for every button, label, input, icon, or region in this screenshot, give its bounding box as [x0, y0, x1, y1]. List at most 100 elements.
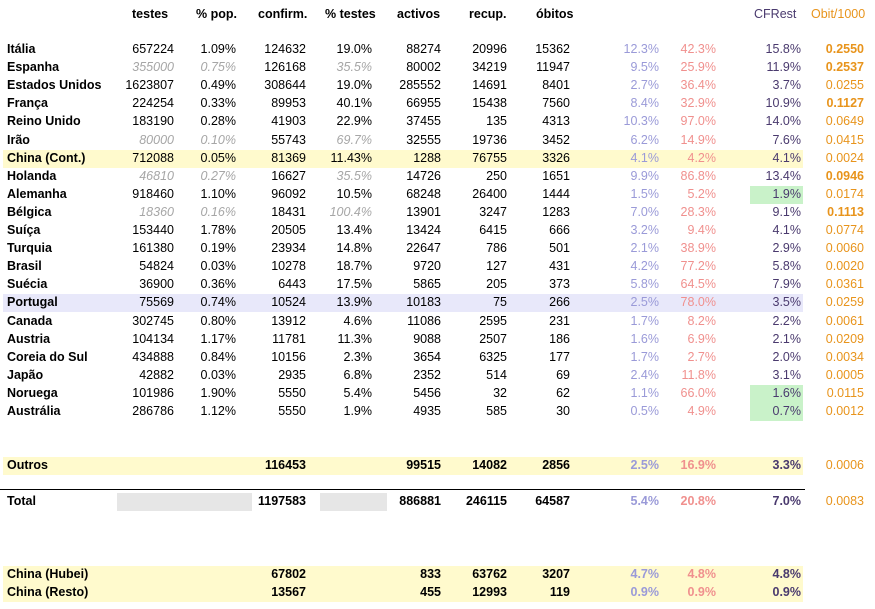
- cell-activos: 80002: [406, 60, 441, 75]
- country-name: Suécia: [7, 277, 48, 292]
- cell-confirm: 5550: [278, 385, 306, 400]
- cell-c: 15.8%: [765, 42, 801, 56]
- cell-c: 5.8%: [772, 259, 802, 274]
- cell-recup: 20996: [472, 42, 507, 56]
- header-testes: testes: [132, 7, 169, 21]
- cell-ptestes: 17.5%: [336, 277, 372, 292]
- cell-testes: 286786: [132, 404, 174, 418]
- country-name: Bélgica: [7, 204, 52, 219]
- cell-ptestes: 19.0%: [336, 42, 372, 56]
- cell-b: 78.0%: [680, 295, 716, 310]
- cell-d: 0.0012: [825, 404, 864, 418]
- cell-recup: 585: [486, 404, 507, 418]
- cell-c: 4.1%: [772, 223, 802, 237]
- cell-activos: 10183: [406, 295, 441, 310]
- cell-pop: 0.49%: [200, 78, 236, 93]
- cell-ptestes: 19.0%: [336, 78, 372, 93]
- cell-c: 3.1%: [772, 367, 802, 382]
- summary-row-outros: Outros 116453 99515 14082 2856 2.5% 16.9% 3.3% 0…: [0, 457, 875, 475]
- cell-c: 3.5%: [772, 295, 802, 310]
- cell-b: 4.2%: [687, 150, 717, 165]
- cell-b: 86.8%: [680, 168, 716, 183]
- cell-testes: 657224: [132, 42, 174, 56]
- cell-activos: 1288: [413, 150, 441, 165]
- cell-a: 2.1%: [630, 241, 660, 256]
- table-row: Irão 80000 0.10% 55743 69.7% 32555 19736 3452 6.…: [0, 132, 875, 150]
- cell-activos: 66955: [406, 96, 441, 111]
- cell-d: 0.0006: [825, 458, 864, 472]
- cell-c: 11.9%: [766, 60, 801, 75]
- cell-confirm: 308644: [264, 78, 306, 93]
- table-row: Coreia do Sul 434888 0.84% 10156 2.3% 3654 632…: [0, 349, 875, 367]
- cell-pop: 0.33%: [200, 96, 236, 111]
- country-name: Portugal: [7, 295, 58, 310]
- row-highlight: [3, 584, 803, 602]
- cell-activos: 833: [420, 567, 441, 581]
- cell-confirm: 126168: [264, 60, 306, 75]
- cell-ptestes: 35.5%: [336, 168, 372, 183]
- cell-pop: 1.09%: [200, 42, 236, 56]
- cell-pop: 0.75%: [200, 60, 236, 75]
- cell-confirm: 96092: [271, 186, 306, 201]
- cell-b: 16.9%: [680, 458, 716, 472]
- cell-ptestes: 4.6%: [343, 313, 373, 328]
- cell-a: 1.7%: [630, 313, 660, 328]
- country-name: Japão: [7, 367, 44, 382]
- cell-d: 0.0115: [826, 385, 864, 400]
- total-separator: [0, 489, 805, 490]
- row-highlight: [3, 566, 803, 584]
- cell-pop: 0.27%: [200, 168, 236, 183]
- cell-c: 7.9%: [772, 277, 802, 292]
- cell-c: 1.9%: [772, 186, 802, 201]
- table-row: Portugal 75569 0.74% 10524 13.9% 10183 75 266 2.…: [0, 294, 875, 313]
- cell-c: 3.3%: [772, 458, 802, 472]
- cell-d: 0.0024: [825, 150, 864, 165]
- table-row: Japão 42882 0.03% 2935 6.8% 2352 514 69 2.4% 11.8…: [0, 367, 875, 385]
- country-name: Brasil: [7, 259, 42, 274]
- cell-obitos: 3207: [542, 567, 570, 581]
- cell-obitos: 69: [556, 367, 570, 382]
- cell-obitos: 2856: [542, 458, 570, 472]
- cell-a: 6.2%: [630, 132, 660, 147]
- cell-testes: 355000: [132, 60, 174, 75]
- summary-row-china-hubei: China (Hubei) 67802 833 63762 3207 4.7% 4.8% 4.…: [0, 566, 875, 584]
- cell-d: 0.0361: [825, 277, 864, 292]
- cell-pop: 0.05%: [200, 150, 236, 165]
- cell-ptestes: 11.3%: [337, 331, 372, 346]
- cell-confirm: 2935: [278, 367, 306, 382]
- cell-a: 12.3%: [623, 42, 659, 56]
- cell-recup: 75: [493, 295, 507, 310]
- cell-testes: 918460: [132, 186, 174, 201]
- row-label: China (Resto): [7, 585, 89, 599]
- cell-d: 0.0415: [825, 132, 864, 147]
- cell-ptestes: 1.9%: [343, 404, 373, 418]
- cell-b: 66.0%: [680, 385, 716, 400]
- cell-recup: 6415: [479, 223, 507, 237]
- cell-obitos: 119: [549, 585, 570, 599]
- cell-c: 14.0%: [765, 114, 801, 129]
- cell-d: 0.0174: [825, 186, 864, 201]
- cell-ptestes: 5.4%: [343, 385, 373, 400]
- cell-d: 0.2537: [825, 60, 864, 75]
- cell-obitos: 64587: [535, 494, 570, 508]
- cell-recup: 3247: [479, 204, 507, 219]
- cell-testes: 75569: [139, 295, 174, 310]
- cell-a: 1.1%: [630, 385, 660, 400]
- cell-a: 4.7%: [630, 567, 660, 581]
- cell-b: 64.5%: [680, 277, 716, 292]
- cell-testes: 302745: [132, 313, 174, 328]
- cell-d: 0.0083: [825, 494, 864, 508]
- cell-confirm: 16627: [271, 168, 306, 183]
- cell-c: 3.7%: [772, 78, 802, 93]
- cell-ptestes: 6.8%: [343, 367, 373, 382]
- cell-confirm: 67802: [271, 567, 306, 581]
- cell-pop: 0.16%: [200, 204, 236, 219]
- table-row: Noruega 101986 1.90% 5550 5.4% 5456 32 62 1.1% 66…: [0, 384, 875, 403]
- cell-b: 11.8%: [681, 367, 716, 382]
- cell-pop: 1.10%: [200, 186, 236, 201]
- cell-confirm: 41903: [271, 114, 306, 129]
- cell-confirm: 6443: [278, 277, 306, 292]
- cell-activos: 9720: [413, 259, 441, 274]
- country-name: Irão: [7, 132, 30, 147]
- cell-ptestes: 22.9%: [336, 114, 372, 129]
